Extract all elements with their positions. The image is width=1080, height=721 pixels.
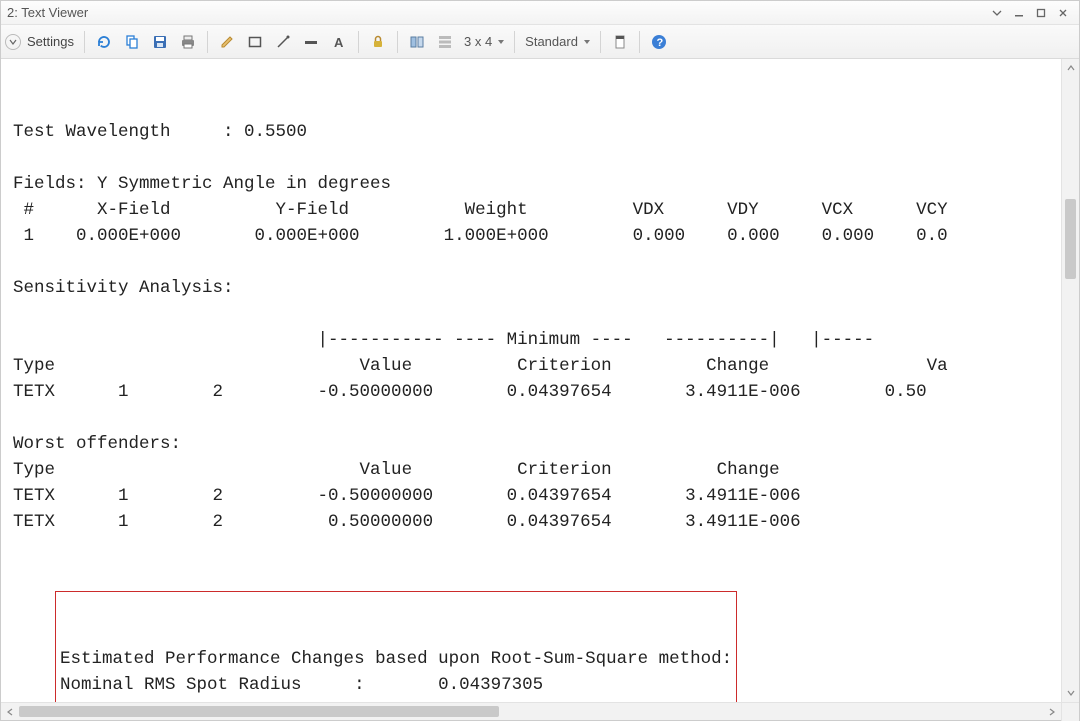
text-viewer-content: Test Wavelength : 0.5500 Fields: Y Symme… (1, 59, 1061, 702)
scroll-right-button[interactable] (1043, 703, 1061, 721)
window-layout-button[interactable] (404, 29, 430, 55)
close-button[interactable] (1053, 5, 1073, 21)
page-view-button[interactable] (607, 29, 633, 55)
toolbar-separator (514, 31, 515, 53)
thick-line-button[interactable] (298, 29, 324, 55)
window-dropdown-icon[interactable] (987, 5, 1007, 21)
toolbar-separator (397, 31, 398, 53)
toolbar-separator (207, 31, 208, 53)
rss-summary-box: Estimated Performance Changes based upon… (55, 591, 737, 702)
rectangle-tool-button[interactable] (242, 29, 268, 55)
grid-size-label: 3 x 4 (464, 34, 492, 49)
toolbar-separator (358, 31, 359, 53)
svg-text:?: ? (656, 37, 663, 49)
svg-text:A: A (334, 35, 344, 50)
minimize-button[interactable] (1009, 5, 1029, 21)
settings-button[interactable]: Settings (27, 34, 78, 49)
window-titlebar: 2: Text Viewer (1, 1, 1079, 25)
toolbar-separator (639, 31, 640, 53)
lock-button[interactable] (365, 29, 391, 55)
scrollbar-thumb[interactable] (19, 706, 499, 717)
line-tool-button[interactable] (270, 29, 296, 55)
scrollbar-corner (1061, 703, 1079, 721)
toolbar: Settings A 3 x 4 Standard (1, 25, 1079, 59)
save-button[interactable] (147, 29, 173, 55)
help-button[interactable]: ? (646, 29, 672, 55)
content-area: Test Wavelength : 0.5500 Fields: Y Symme… (1, 59, 1079, 702)
toolbar-separator (84, 31, 85, 53)
copy-button[interactable] (119, 29, 145, 55)
scroll-left-button[interactable] (1, 703, 19, 721)
chevron-down-icon (584, 40, 590, 44)
window-title: 2: Text Viewer (7, 5, 985, 20)
expand-settings-icon[interactable] (5, 34, 21, 50)
grid-size-dropdown[interactable]: 3 x 4 (460, 34, 508, 49)
toolbar-separator (600, 31, 601, 53)
horizontal-scrollbar[interactable] (1, 702, 1079, 720)
vertical-scrollbar[interactable] (1061, 59, 1079, 702)
chevron-down-icon (498, 40, 504, 44)
scrollbar-thumb[interactable] (1065, 199, 1076, 279)
maximize-button[interactable] (1031, 5, 1051, 21)
refresh-button[interactable] (91, 29, 117, 55)
print-button[interactable] (175, 29, 201, 55)
stack-layout-button[interactable] (432, 29, 458, 55)
report-body: Test Wavelength : 0.5500 Fields: Y Symme… (13, 119, 1055, 535)
scroll-up-button[interactable] (1062, 59, 1079, 77)
text-tool-button[interactable]: A (326, 29, 352, 55)
scrollbar-track[interactable] (19, 703, 1043, 720)
view-mode-label: Standard (525, 34, 578, 49)
scroll-down-button[interactable] (1062, 684, 1079, 702)
rss-summary-text: Estimated Performance Changes based upon… (60, 646, 732, 702)
view-mode-dropdown[interactable]: Standard (521, 34, 594, 49)
pencil-button[interactable] (214, 29, 240, 55)
